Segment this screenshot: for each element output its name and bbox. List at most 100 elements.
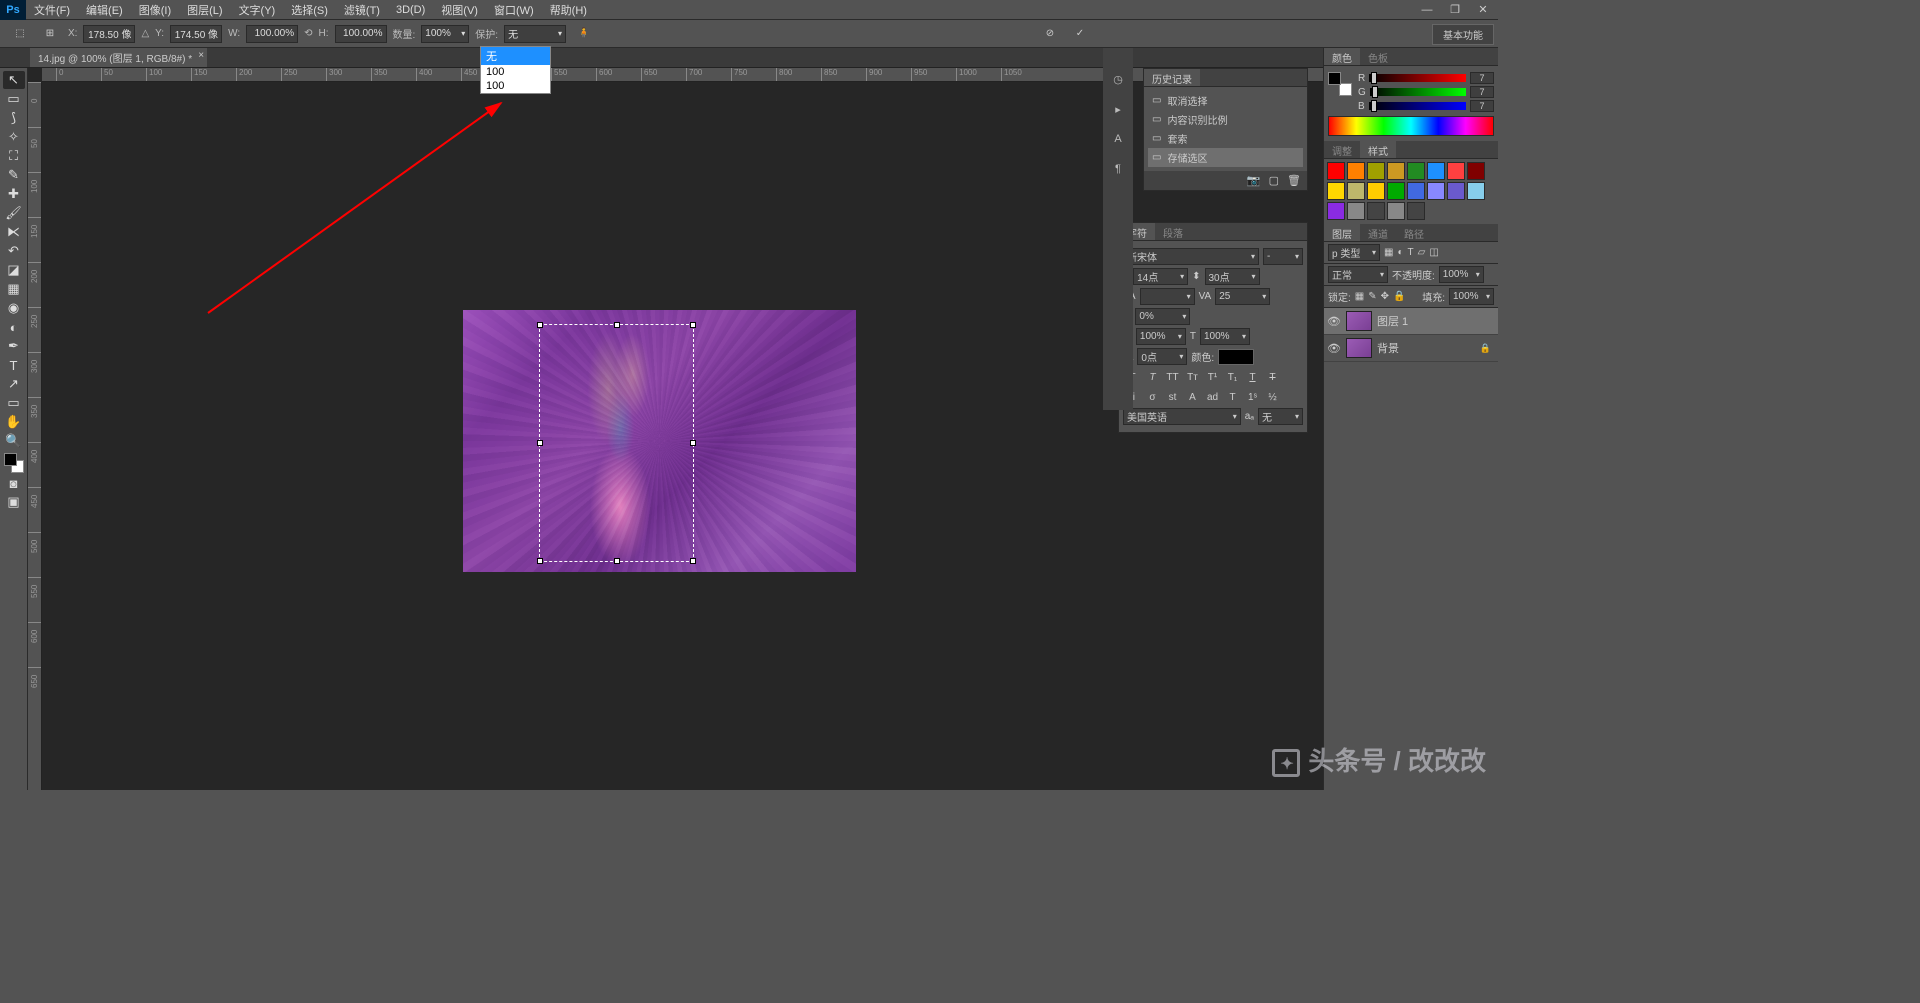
type-tool[interactable]: T: [3, 356, 25, 374]
history-item[interactable]: ▭内容识别比例: [1148, 110, 1303, 129]
style-swatch[interactable]: [1367, 202, 1385, 220]
menu-window[interactable]: 窗口(W): [486, 2, 542, 18]
history-tab[interactable]: 历史记录: [1144, 69, 1200, 86]
style-swatch[interactable]: [1347, 202, 1365, 220]
layer-thumbnail[interactable]: [1346, 311, 1372, 331]
underline-button[interactable]: T: [1243, 369, 1262, 385]
antialias-select[interactable]: 无: [1258, 408, 1303, 425]
brush-tool[interactable]: 🖌: [3, 204, 25, 222]
font-size-select[interactable]: 14点: [1133, 268, 1188, 285]
filter-adj-icon[interactable]: ◐: [1397, 247, 1403, 258]
history-brush-tool[interactable]: ↶: [3, 242, 25, 260]
w-input[interactable]: [246, 25, 298, 43]
style-swatch[interactable]: [1447, 162, 1465, 180]
channels-tab[interactable]: 通道: [1360, 224, 1396, 241]
gradient-tool[interactable]: ▦: [3, 280, 25, 298]
win-minimize-icon[interactable]: —: [1414, 2, 1440, 18]
language-select[interactable]: 美国英语: [1123, 408, 1241, 425]
path-select-tool[interactable]: ↗: [3, 375, 25, 393]
x-input[interactable]: [83, 25, 135, 43]
shape-tool[interactable]: ▭: [3, 394, 25, 412]
delete-state-icon[interactable]: 🗑: [1287, 174, 1301, 187]
pen-tool[interactable]: ✒: [3, 337, 25, 355]
style-swatch[interactable]: [1387, 162, 1405, 180]
foreground-background-colors[interactable]: [4, 453, 24, 473]
commit-transform-icon[interactable]: ✓: [1068, 22, 1092, 46]
link-wh-icon[interactable]: ⟲: [304, 28, 312, 39]
tracking-select[interactable]: 25: [1215, 288, 1270, 305]
style-swatch[interactable]: [1427, 162, 1445, 180]
style-swatch[interactable]: [1327, 202, 1345, 220]
new-doc-from-state-icon[interactable]: ▢: [1269, 174, 1279, 187]
reference-point-icon[interactable]: ⊞: [38, 22, 62, 46]
dodge-tool[interactable]: ◐: [3, 318, 25, 336]
dropdown-option[interactable]: 100: [481, 65, 550, 79]
win-maximize-icon[interactable]: ❐: [1442, 2, 1468, 18]
lock-trans-icon[interactable]: ▦: [1355, 291, 1364, 302]
style-swatch[interactable]: [1347, 182, 1365, 200]
link-xy-icon[interactable]: △: [141, 28, 149, 39]
clone-stamp-tool[interactable]: ⧔: [3, 223, 25, 241]
layer-visibility-icon[interactable]: 👁: [1327, 315, 1341, 328]
menu-image[interactable]: 图像(I): [131, 2, 179, 18]
kerning-select[interactable]: [1140, 288, 1195, 305]
b-slider[interactable]: [1369, 102, 1466, 110]
cancel-transform-icon[interactable]: ⊘: [1038, 22, 1062, 46]
crop-tool[interactable]: ⛶: [3, 147, 25, 165]
allcaps-button[interactable]: TT: [1163, 369, 1182, 385]
document-tab[interactable]: 14.jpg @ 100% (图层 1, RGB/8#) * ×: [30, 48, 207, 67]
eyedropper-tool[interactable]: ✎: [3, 166, 25, 184]
styles-tab[interactable]: 样式: [1360, 141, 1396, 158]
menu-type[interactable]: 文字(Y): [231, 2, 284, 18]
canvas-area[interactable]: 0501001502002503003504004505005506006507…: [28, 68, 1498, 790]
color-spectrum[interactable]: [1328, 116, 1494, 136]
filter-pixel-icon[interactable]: ▦: [1384, 247, 1393, 258]
filter-type-icon[interactable]: T: [1408, 247, 1414, 258]
style-swatch[interactable]: [1347, 162, 1365, 180]
style-swatch[interactable]: [1467, 182, 1485, 200]
font-style-select[interactable]: -: [1263, 248, 1303, 265]
protect-skin-icon[interactable]: 🧍: [572, 22, 596, 46]
style-swatch[interactable]: [1327, 162, 1345, 180]
magic-wand-tool[interactable]: ✧: [3, 128, 25, 146]
menu-3d[interactable]: 3D(D): [388, 4, 433, 16]
workspace-switcher[interactable]: 基本功能: [1432, 24, 1494, 45]
strikethrough-button[interactable]: T: [1263, 369, 1282, 385]
filter-shape-icon[interactable]: ▱: [1418, 247, 1426, 258]
opentype-T[interactable]: T: [1223, 389, 1242, 405]
style-swatch[interactable]: [1427, 182, 1445, 200]
font-family-select[interactable]: 新宋体: [1123, 248, 1259, 265]
opentype-st[interactable]: st: [1163, 389, 1182, 405]
menu-filter[interactable]: 滤镜(T): [336, 2, 388, 18]
new-snapshot-icon[interactable]: 📷: [1247, 174, 1261, 187]
y-input[interactable]: [170, 25, 222, 43]
lock-pixel-icon[interactable]: ✎: [1368, 291, 1376, 302]
zoom-tool[interactable]: 🔍: [3, 432, 25, 450]
quick-mask-icon[interactable]: ◙: [3, 474, 25, 492]
style-swatch[interactable]: [1387, 202, 1405, 220]
opentype-1st[interactable]: 1ˢ: [1243, 389, 1262, 405]
horiz-scale-select[interactable]: 100%: [1200, 328, 1250, 345]
eraser-tool[interactable]: ◪: [3, 261, 25, 279]
win-close-icon[interactable]: ✕: [1470, 2, 1496, 18]
protect-dropdown[interactable]: 无: [504, 25, 566, 43]
history-item[interactable]: ▭取消选择: [1148, 91, 1303, 110]
style-swatch[interactable]: [1407, 162, 1425, 180]
opentype-ad[interactable]: ad: [1203, 389, 1222, 405]
opentype-half[interactable]: ½: [1263, 389, 1282, 405]
hand-tool[interactable]: ✋: [3, 413, 25, 431]
dock-actions-icon[interactable]: ▸: [1107, 98, 1129, 120]
layer-row[interactable]: 👁 背景 🔒: [1324, 335, 1498, 362]
dock-history-icon[interactable]: ◷: [1107, 68, 1129, 90]
h-input[interactable]: [335, 25, 387, 43]
opacity-select[interactable]: 100%: [1439, 266, 1484, 283]
amount-dropdown[interactable]: 100%: [421, 25, 469, 43]
opentype-sigma[interactable]: σ: [1143, 389, 1162, 405]
baseline-select[interactable]: 0点: [1137, 348, 1187, 365]
color-tab[interactable]: 颜色: [1324, 48, 1360, 65]
paths-tab[interactable]: 路径: [1396, 224, 1432, 241]
lasso-tool[interactable]: ⟆: [3, 109, 25, 127]
style-swatch[interactable]: [1447, 182, 1465, 200]
style-swatch[interactable]: [1467, 162, 1485, 180]
dock-char-icon[interactable]: A: [1107, 128, 1129, 150]
